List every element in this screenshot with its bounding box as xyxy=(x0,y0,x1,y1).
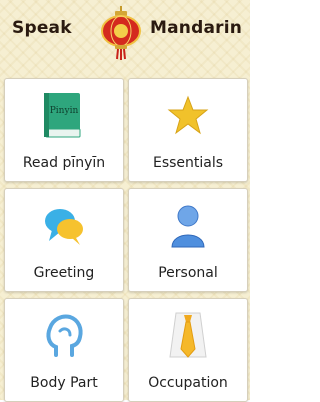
menu-label-personal: Personal xyxy=(158,265,218,281)
tie-icon xyxy=(169,312,207,358)
header: Speak Mandarin xyxy=(0,0,250,70)
menu-tile-body-part[interactable]: Body Part xyxy=(4,298,124,402)
menu-tile-occupation[interactable]: Occupation xyxy=(128,298,248,402)
menu-tile-essentials[interactable]: Essentials xyxy=(128,78,248,182)
app-title-left: Speak xyxy=(12,18,72,38)
head-icon xyxy=(46,314,83,357)
person-icon xyxy=(171,205,205,248)
chat-bubbles-icon xyxy=(45,209,83,245)
menu-label-read-pinyin: Read pīnyīn xyxy=(22,155,106,171)
menu-tile-personal[interactable]: Personal xyxy=(128,188,248,292)
star-icon xyxy=(167,95,209,135)
menu-label-essentials: Essentials xyxy=(152,155,224,171)
menu-label-occupation: Occupation xyxy=(148,375,228,391)
book-icon: Pinyin xyxy=(44,93,81,138)
lantern-icon xyxy=(101,6,141,60)
menu-tile-read-pinyin[interactable]: Pinyin Read pīnyīn xyxy=(4,78,124,182)
app-screen: Speak Mandarin Pinyin Read pīnyīn Essent… xyxy=(0,0,250,402)
menu-label-body-part: Body Part xyxy=(30,375,98,391)
app-title-right: Mandarin xyxy=(150,18,243,38)
book-icon-text: Pinyin xyxy=(50,106,79,116)
menu-label-greeting: Greeting xyxy=(33,265,95,281)
menu-tile-greeting[interactable]: Greeting xyxy=(4,188,124,292)
